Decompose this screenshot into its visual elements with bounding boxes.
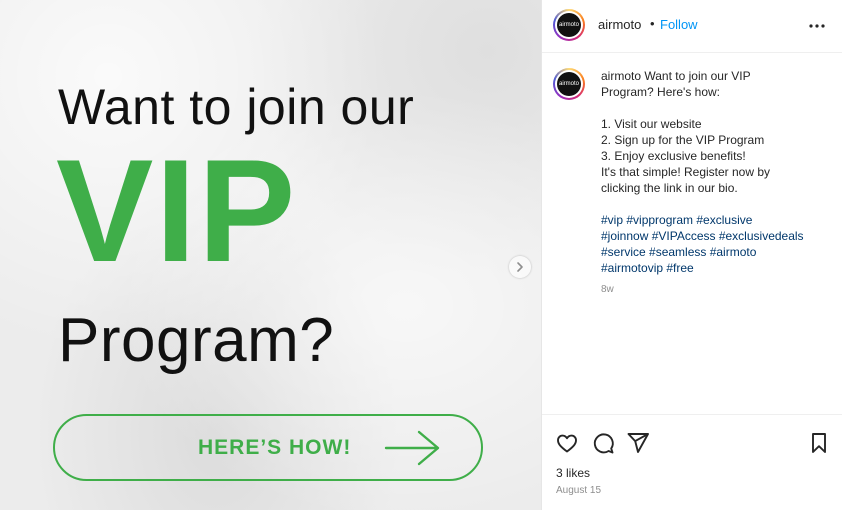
avatar[interactable]: airmoto: [553, 9, 585, 41]
hashtag-line[interactable]: #joinnow #VIPAccess #exclusivedeals: [601, 228, 829, 244]
action-bar: [542, 414, 842, 454]
likes-count[interactable]: 3 likes: [556, 466, 590, 480]
cta-pill: HERE’S HOW!: [53, 414, 483, 481]
headline-line1: Want to join our: [58, 79, 415, 135]
caption-username[interactable]: airmoto: [601, 69, 641, 83]
bookmark-icon[interactable]: [808, 431, 830, 460]
hashtag-line[interactable]: #airmotovip #free: [601, 260, 829, 276]
post-header: airmoto airmoto • Follow: [542, 0, 842, 53]
caption-line: 1. Visit our website: [601, 117, 702, 131]
more-options-icon[interactable]: [808, 17, 826, 40]
cta-label: HERE’S HOW!: [198, 436, 352, 459]
chevron-right-icon: [517, 262, 523, 272]
post-side-panel: airmoto airmoto • Follow airmoto airmoto…: [541, 0, 842, 510]
caption-text: airmoto Want to join our VIP Program? He…: [601, 68, 829, 298]
caption-line: 3. Enjoy exclusive benefits!: [601, 149, 746, 163]
caption-line: 2. Sign up for the VIP Program: [601, 133, 765, 147]
time-ago: 8w: [601, 284, 614, 295]
hashtag-line[interactable]: #vip #vipprogram #exclusive: [601, 212, 829, 228]
arrow-right-icon: [383, 426, 443, 475]
post-date: August 15: [556, 485, 602, 496]
separator-dot: •: [650, 16, 655, 31]
heart-icon[interactable]: [555, 431, 579, 460]
headline-line2: Program?: [58, 306, 335, 375]
follow-button[interactable]: Follow: [660, 17, 698, 32]
headline-vip: VIP: [56, 129, 298, 292]
caption-line: Want to join our VIP: [644, 69, 751, 83]
caption-line: Program? Here's how:: [601, 85, 721, 99]
share-icon[interactable]: [626, 431, 650, 460]
avatar-logo-text: airmoto: [557, 13, 581, 37]
header-username[interactable]: airmoto: [598, 17, 641, 32]
caption-line: It's that simple! Register now by: [601, 165, 771, 179]
caption-avatar[interactable]: airmoto: [553, 68, 585, 100]
caption-line: clicking the link in our bio.: [601, 181, 738, 195]
avatar-logo-text: airmoto: [557, 72, 581, 96]
carousel-next-button[interactable]: [509, 256, 531, 278]
comment-icon[interactable]: [591, 431, 615, 460]
hashtag-line[interactable]: #service #seamless #airmoto: [601, 244, 829, 260]
post-image[interactable]: Want to join our VIP Program? HERE’S HOW…: [0, 0, 541, 510]
